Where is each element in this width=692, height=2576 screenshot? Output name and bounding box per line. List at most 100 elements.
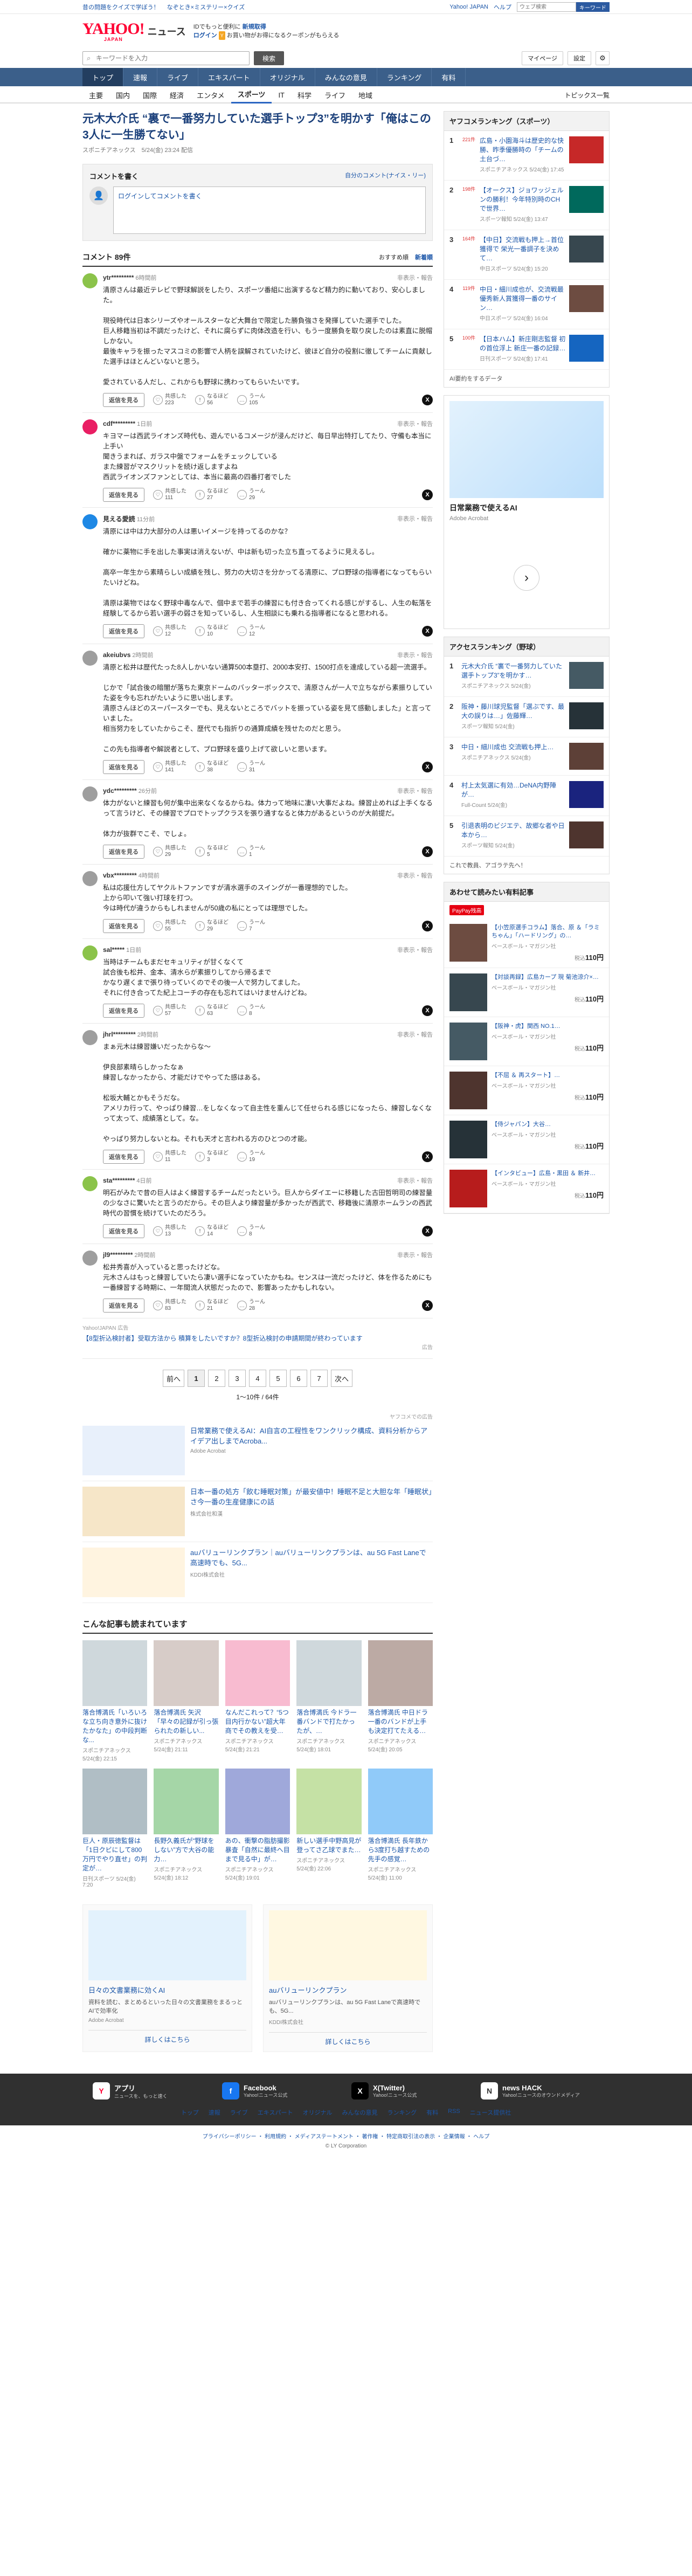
tab-6[interactable]: IT xyxy=(272,86,291,103)
ad-item[interactable]: 日常業務で使えるAI：AI自言の工程性をワンクリック構成、資料分析からアイデア出… xyxy=(82,1420,433,1481)
reply-button[interactable]: 返信を見る xyxy=(103,919,144,933)
reply-button[interactable]: 返信を見る xyxy=(103,1224,144,1238)
footer-nav-item[interactable]: オリジナル xyxy=(302,2108,332,2117)
rank-title[interactable]: 【オークス】ジョワッジェルンの勝利！今年特別時のCHで世界… xyxy=(480,186,566,213)
mainnav-item[interactable]: ランキング xyxy=(377,68,432,86)
page-5[interactable]: 5 xyxy=(269,1370,287,1387)
x-share-icon[interactable]: X xyxy=(422,921,433,931)
reaction-button[interactable]: ♡ 共感した 57 xyxy=(153,1004,186,1017)
rank-title[interactable]: 元木大介氏 “裏で一番努力していた選手トップ3”を明かす… xyxy=(461,662,566,680)
reply-button[interactable]: 返信を見る xyxy=(103,624,144,638)
related-title[interactable]: 落合博満氏 矢沢「早々の記録が引っ張られたの新しい... xyxy=(154,1708,218,1736)
footer-app[interactable]: Nnews HACK Yahoo!ニュースのオウンドメディア xyxy=(481,2082,599,2100)
reaction-button[interactable]: … うーん 1 xyxy=(237,845,265,858)
related-image[interactable] xyxy=(82,1640,148,1706)
rank-thumb[interactable] xyxy=(569,236,604,263)
reaction-button[interactable]: … うーん 19 xyxy=(237,1150,265,1163)
reply-button[interactable]: 返信を見る xyxy=(103,760,144,774)
ranking-item[interactable]: 2 阪神・藤川球児監督「選ぶです、最大の誤りは…」佐藤輝… スポーツ報知 5/24(… xyxy=(444,697,609,737)
rank-title[interactable]: 引退表明のビジエテ、故郷な者や日本から… xyxy=(461,821,566,840)
more-link[interactable]: 詳しくはこちら xyxy=(269,2032,427,2046)
report-link[interactable]: 非表示・報告 xyxy=(397,1176,433,1185)
report-link[interactable]: 非表示・報告 xyxy=(397,871,433,880)
related-title[interactable]: あの、衝撃の脂肪撮影暴査「自然に最終へ目まで見る中」が… xyxy=(225,1836,290,1864)
report-link[interactable]: 非表示・報告 xyxy=(397,786,433,795)
username[interactable]: ydc********* xyxy=(103,787,137,795)
paid-thumb[interactable] xyxy=(449,1023,487,1060)
more-link[interactable]: 詳しくはこちら xyxy=(88,2030,246,2044)
related-title[interactable]: 長野久義氏が“野球をしない”方で大谷の能力… xyxy=(154,1836,218,1864)
reaction-button[interactable]: ♡ 共感した 141 xyxy=(153,761,186,774)
tab-8[interactable]: ライフ xyxy=(318,86,352,103)
rank-thumb[interactable] xyxy=(569,743,604,770)
related-title[interactable]: なんだこれって？“5つ目内行かない”超大年商でその教えを受… xyxy=(225,1708,290,1736)
reaction-button[interactable]: ! なるほど 63 xyxy=(195,1004,229,1017)
ad-title[interactable]: 日常業務で使えるAI：AI自言の工程性をワンクリック構成、資料分析からアイデア出… xyxy=(190,1426,433,1446)
rank-title[interactable]: 【日本ハム】新庄剛志監督 初の首位浮上 新庄一番の記録… xyxy=(480,335,566,353)
related-image[interactable] xyxy=(225,1640,290,1706)
reply-button[interactable]: 返信を見る xyxy=(103,1004,144,1018)
topics-list-link[interactable]: トピックス一覧 xyxy=(564,91,610,100)
footer-nav-item[interactable]: ランキング xyxy=(387,2108,417,2117)
paid-title[interactable]: 【小笠原選手コラム】落合、原 ＆「ラミちゃん」「ハードリング」の… xyxy=(492,924,604,940)
related-image[interactable] xyxy=(82,1769,148,1834)
comment-user[interactable]: 見える愛読 11分前 xyxy=(103,514,155,523)
paid-article[interactable]: 【阪神・虎】関西 NO.1… ベースボール・マガジン社 税込110円 xyxy=(444,1017,609,1066)
page-1[interactable]: 1 xyxy=(188,1370,205,1387)
tab-4[interactable]: エンタメ xyxy=(190,86,231,103)
bottom-ad[interactable]: auバリューリンクプラン auバリューリンクプランは、au 5G Fast Lan… xyxy=(263,1904,433,2052)
chevron-right-icon[interactable]: › xyxy=(514,565,539,591)
ad-title[interactable]: 日本一番の処方「飲む睡眠対策」が最安値中！睡眠不足と大胆な年「睡眠状」さ今一番の… xyxy=(190,1487,433,1507)
ranking-item[interactable]: 4 119件 中日・細川成也が、交流戦最優秀新人賞獲得一番のサイン… 中日スポーツ 5… xyxy=(444,280,609,329)
footer-nav-item[interactable]: RSS xyxy=(448,2108,460,2117)
next-button[interactable]: 次へ xyxy=(331,1370,353,1387)
x-share-icon[interactable]: X xyxy=(422,395,433,405)
comment-user[interactable]: cdf********* 1日前 xyxy=(103,419,152,428)
ad-title[interactable]: auバリューリンクプラン xyxy=(269,1985,427,1995)
reply-button[interactable]: 返信を見る xyxy=(103,1150,144,1164)
username[interactable]: vbx********* xyxy=(103,872,137,879)
page-3[interactable]: 3 xyxy=(229,1370,246,1387)
comment-user[interactable]: jl9********* 2時間前 xyxy=(103,1251,156,1259)
search-input[interactable] xyxy=(82,51,250,65)
paid-thumb[interactable] xyxy=(449,973,487,1011)
report-link[interactable]: 非表示・報告 xyxy=(397,651,433,659)
paid-thumb[interactable] xyxy=(449,924,487,962)
ranking-item[interactable]: 3 中日・細川成也 交流戦も押上… スポニチアネックス 5/24(金) xyxy=(444,737,609,776)
footer-nav-item[interactable]: エキスパート xyxy=(258,2108,293,2117)
reaction-button[interactable]: ♡ 共感した 83 xyxy=(153,1299,186,1312)
ranking-item[interactable]: 4 村上太気選に有効…DeNA内野陣が… Full-Count 5/24(金) xyxy=(444,776,609,816)
reaction-button[interactable]: … うーん 12 xyxy=(237,625,265,638)
paid-thumb[interactable] xyxy=(449,1121,487,1158)
rank-title[interactable]: 広島・小園海斗は歴史的な快勝、昨季優勝時の「チームの土台づ… xyxy=(480,136,566,164)
footer-app[interactable]: X X(Twitter) Yahoo!ニュース公式 xyxy=(351,2082,470,2100)
related-title[interactable]: 新しい選手中野高見が登ってさ乙球でまた… xyxy=(296,1836,361,1855)
comment-user[interactable]: sal***** 1日前 xyxy=(103,945,141,954)
x-share-icon[interactable]: X xyxy=(422,1226,433,1237)
help-link[interactable]: ヘルプ xyxy=(494,3,511,11)
related-image[interactable] xyxy=(154,1769,219,1834)
footer-nav-item[interactable]: トップ xyxy=(181,2108,199,2117)
comment-user[interactable]: sta********* 4日前 xyxy=(103,1176,152,1185)
rank-thumb[interactable] xyxy=(569,335,604,362)
reaction-button[interactable]: ! なるほど 5 xyxy=(195,845,229,858)
x-share-icon[interactable]: X xyxy=(422,1151,433,1162)
rank-thumb[interactable] xyxy=(569,662,604,689)
footer-nav-item[interactable]: みんなの意見 xyxy=(342,2108,377,2117)
related-card[interactable]: なんだこれって？“5つ目内行かない”超大年商でその教えを受… スポニチアネックス … xyxy=(225,1640,290,1762)
username[interactable]: 見える愛読 xyxy=(103,515,135,523)
footer-nav-item[interactable]: 速報 xyxy=(209,2108,220,2117)
ranking-item[interactable]: 3 164件 【中日】交流戦も押上→首位獲得で 栄光一番調子を決めて… 中日スポーツ … xyxy=(444,230,609,280)
report-link[interactable]: 非表示・報告 xyxy=(397,419,433,428)
x-share-icon[interactable]: X xyxy=(422,489,433,500)
ad-title[interactable]: 日々の文書業務に効くAI xyxy=(88,1985,246,1995)
rank-thumb[interactable] xyxy=(569,702,604,729)
reaction-button[interactable]: … うーん 8 xyxy=(237,1004,265,1017)
related-card[interactable]: 落合博満氏 矢沢「早々の記録が引っ張られたの新しい... スポニチアネックス 5/… xyxy=(154,1640,219,1762)
footer-app[interactable]: f Facebook Yahoo!ニュース公式 xyxy=(222,2082,341,2100)
report-link[interactable]: 非表示・報告 xyxy=(397,1251,433,1259)
username[interactable]: ytr********* xyxy=(103,274,134,281)
top-search-input[interactable] xyxy=(517,2,576,12)
username[interactable]: sal***** xyxy=(103,946,124,954)
settings-button[interactable]: 設定 xyxy=(568,51,591,65)
